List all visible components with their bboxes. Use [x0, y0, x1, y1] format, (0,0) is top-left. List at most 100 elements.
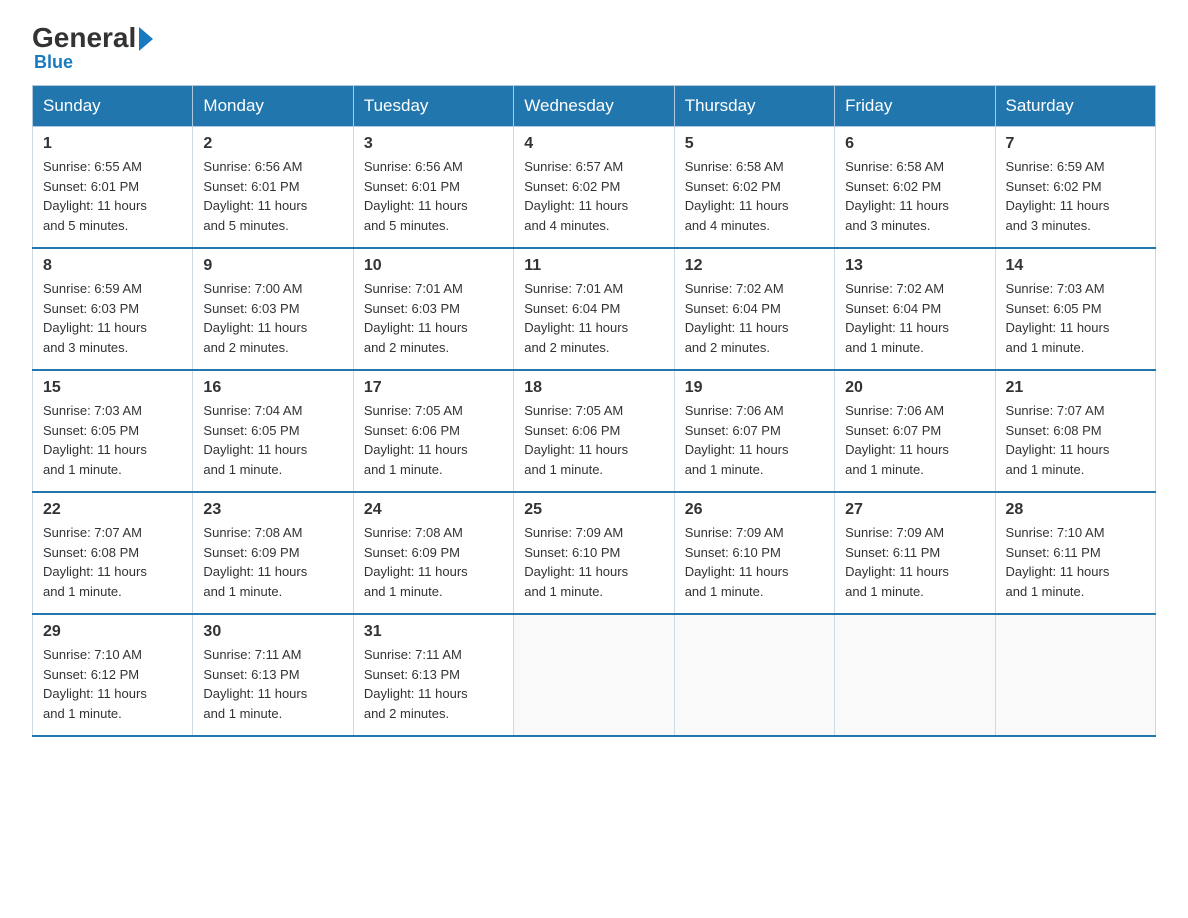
day-info: Sunrise: 7:03 AM Sunset: 6:05 PM Dayligh…	[1006, 279, 1145, 357]
day-number: 29	[43, 623, 182, 641]
day-info: Sunrise: 6:55 AM Sunset: 6:01 PM Dayligh…	[43, 157, 182, 235]
calendar-cell: 31 Sunrise: 7:11 AM Sunset: 6:13 PM Dayli…	[353, 614, 513, 736]
calendar-cell: 26 Sunrise: 7:09 AM Sunset: 6:10 PM Dayli…	[674, 492, 834, 614]
day-info: Sunrise: 7:02 AM Sunset: 6:04 PM Dayligh…	[685, 279, 824, 357]
day-number: 15	[43, 379, 182, 397]
calendar-cell: 21 Sunrise: 7:07 AM Sunset: 6:08 PM Dayli…	[995, 370, 1155, 492]
calendar-cell: 10Sunrise: 7:01 AM Sunset: 6:03 PM Dayli…	[353, 248, 513, 370]
day-of-week-header: Tuesday	[353, 86, 513, 127]
day-of-week-header: Friday	[835, 86, 995, 127]
logo-general: General	[32, 24, 136, 52]
day-info: Sunrise: 6:58 AM Sunset: 6:02 PM Dayligh…	[845, 157, 984, 235]
day-info: Sunrise: 7:00 AM Sunset: 6:03 PM Dayligh…	[203, 279, 342, 357]
calendar-week-row: 22 Sunrise: 7:07 AM Sunset: 6:08 PM Dayli…	[33, 492, 1156, 614]
day-of-week-header: Thursday	[674, 86, 834, 127]
calendar-cell: 28 Sunrise: 7:10 AM Sunset: 6:11 PM Dayli…	[995, 492, 1155, 614]
day-info: Sunrise: 7:11 AM Sunset: 6:13 PM Dayligh…	[203, 645, 342, 723]
calendar-cell	[674, 614, 834, 736]
calendar-cell: 2 Sunrise: 6:56 AM Sunset: 6:01 PM Daylig…	[193, 127, 353, 249]
calendar-cell: 9 Sunrise: 7:00 AM Sunset: 6:03 PM Daylig…	[193, 248, 353, 370]
calendar-cell: 24 Sunrise: 7:08 AM Sunset: 6:09 PM Dayli…	[353, 492, 513, 614]
day-number: 6	[845, 135, 984, 153]
calendar-cell: 25 Sunrise: 7:09 AM Sunset: 6:10 PM Dayli…	[514, 492, 674, 614]
day-info: Sunrise: 7:05 AM Sunset: 6:06 PM Dayligh…	[364, 401, 503, 479]
calendar-cell	[995, 614, 1155, 736]
day-number: 5	[685, 135, 824, 153]
day-number: 16	[203, 379, 342, 397]
calendar-cell: 4Sunrise: 6:57 AM Sunset: 6:02 PM Daylig…	[514, 127, 674, 249]
day-number: 13	[845, 257, 984, 275]
day-number: 20	[845, 379, 984, 397]
day-number: 2	[203, 135, 342, 153]
day-info: Sunrise: 6:56 AM Sunset: 6:01 PM Dayligh…	[364, 157, 503, 235]
day-info: Sunrise: 7:11 AM Sunset: 6:13 PM Dayligh…	[364, 645, 503, 723]
day-number: 21	[1006, 379, 1145, 397]
page-header: General Blue	[32, 24, 1156, 73]
day-info: Sunrise: 7:07 AM Sunset: 6:08 PM Dayligh…	[43, 523, 182, 601]
calendar-cell: 22 Sunrise: 7:07 AM Sunset: 6:08 PM Dayli…	[33, 492, 193, 614]
calendar-cell: 15 Sunrise: 7:03 AM Sunset: 6:05 PM Dayli…	[33, 370, 193, 492]
day-of-week-header: Monday	[193, 86, 353, 127]
calendar-cell: 8 Sunrise: 6:59 AM Sunset: 6:03 PM Daylig…	[33, 248, 193, 370]
day-number: 24	[364, 501, 503, 519]
day-of-week-header: Wednesday	[514, 86, 674, 127]
day-number: 3	[364, 135, 503, 153]
day-info: Sunrise: 7:05 AM Sunset: 6:06 PM Dayligh…	[524, 401, 663, 479]
day-number: 18	[524, 379, 663, 397]
day-info: Sunrise: 7:01 AM Sunset: 6:03 PM Dayligh…	[364, 279, 503, 357]
day-info: Sunrise: 7:01 AM Sunset: 6:04 PM Dayligh…	[524, 279, 663, 357]
day-number: 8	[43, 257, 182, 275]
day-number: 7	[1006, 135, 1145, 153]
calendar-cell: 12Sunrise: 7:02 AM Sunset: 6:04 PM Dayli…	[674, 248, 834, 370]
day-info: Sunrise: 7:04 AM Sunset: 6:05 PM Dayligh…	[203, 401, 342, 479]
calendar-cell: 13Sunrise: 7:02 AM Sunset: 6:04 PM Dayli…	[835, 248, 995, 370]
logo-blue: Blue	[34, 52, 73, 72]
day-number: 17	[364, 379, 503, 397]
day-info: Sunrise: 7:09 AM Sunset: 6:10 PM Dayligh…	[685, 523, 824, 601]
calendar-cell: 3 Sunrise: 6:56 AM Sunset: 6:01 PM Daylig…	[353, 127, 513, 249]
day-number: 26	[685, 501, 824, 519]
calendar-week-row: 29 Sunrise: 7:10 AM Sunset: 6:12 PM Dayli…	[33, 614, 1156, 736]
day-number: 19	[685, 379, 824, 397]
day-number: 4	[524, 135, 663, 153]
calendar-cell: 16 Sunrise: 7:04 AM Sunset: 6:05 PM Dayli…	[193, 370, 353, 492]
day-info: Sunrise: 7:10 AM Sunset: 6:11 PM Dayligh…	[1006, 523, 1145, 601]
calendar-cell: 6 Sunrise: 6:58 AM Sunset: 6:02 PM Daylig…	[835, 127, 995, 249]
day-number: 1	[43, 135, 182, 153]
day-info: Sunrise: 7:10 AM Sunset: 6:12 PM Dayligh…	[43, 645, 182, 723]
calendar-cell: 5 Sunrise: 6:58 AM Sunset: 6:02 PM Daylig…	[674, 127, 834, 249]
day-info: Sunrise: 6:59 AM Sunset: 6:03 PM Dayligh…	[43, 279, 182, 357]
calendar-cell: 20 Sunrise: 7:06 AM Sunset: 6:07 PM Dayli…	[835, 370, 995, 492]
day-number: 9	[203, 257, 342, 275]
calendar-cell: 29 Sunrise: 7:10 AM Sunset: 6:12 PM Dayli…	[33, 614, 193, 736]
day-info: Sunrise: 7:03 AM Sunset: 6:05 PM Dayligh…	[43, 401, 182, 479]
calendar-cell: 18 Sunrise: 7:05 AM Sunset: 6:06 PM Dayli…	[514, 370, 674, 492]
day-info: Sunrise: 7:07 AM Sunset: 6:08 PM Dayligh…	[1006, 401, 1145, 479]
calendar-cell: 14Sunrise: 7:03 AM Sunset: 6:05 PM Dayli…	[995, 248, 1155, 370]
calendar-cell: 23Sunrise: 7:08 AM Sunset: 6:09 PM Dayli…	[193, 492, 353, 614]
day-info: Sunrise: 7:08 AM Sunset: 6:09 PM Dayligh…	[203, 523, 342, 601]
calendar-cell: 1 Sunrise: 6:55 AM Sunset: 6:01 PM Daylig…	[33, 127, 193, 249]
calendar-body: 1 Sunrise: 6:55 AM Sunset: 6:01 PM Daylig…	[33, 127, 1156, 737]
calendar-week-row: 1 Sunrise: 6:55 AM Sunset: 6:01 PM Daylig…	[33, 127, 1156, 249]
day-info: Sunrise: 7:09 AM Sunset: 6:10 PM Dayligh…	[524, 523, 663, 601]
day-info: Sunrise: 6:56 AM Sunset: 6:01 PM Dayligh…	[203, 157, 342, 235]
day-number: 25	[524, 501, 663, 519]
day-info: Sunrise: 7:06 AM Sunset: 6:07 PM Dayligh…	[845, 401, 984, 479]
day-info: Sunrise: 6:58 AM Sunset: 6:02 PM Dayligh…	[685, 157, 824, 235]
day-info: Sunrise: 6:59 AM Sunset: 6:02 PM Dayligh…	[1006, 157, 1145, 235]
calendar-week-row: 15 Sunrise: 7:03 AM Sunset: 6:05 PM Dayli…	[33, 370, 1156, 492]
calendar-header-row: SundayMondayTuesdayWednesdayThursdayFrid…	[33, 86, 1156, 127]
logo: General Blue	[32, 24, 153, 73]
day-number: 22	[43, 501, 182, 519]
day-number: 31	[364, 623, 503, 641]
calendar-cell: 30 Sunrise: 7:11 AM Sunset: 6:13 PM Dayli…	[193, 614, 353, 736]
calendar-cell: 17 Sunrise: 7:05 AM Sunset: 6:06 PM Dayli…	[353, 370, 513, 492]
calendar-cell	[514, 614, 674, 736]
day-of-week-header: Sunday	[33, 86, 193, 127]
day-info: Sunrise: 7:06 AM Sunset: 6:07 PM Dayligh…	[685, 401, 824, 479]
day-info: Sunrise: 7:08 AM Sunset: 6:09 PM Dayligh…	[364, 523, 503, 601]
day-number: 30	[203, 623, 342, 641]
day-number: 28	[1006, 501, 1145, 519]
calendar-table: SundayMondayTuesdayWednesdayThursdayFrid…	[32, 85, 1156, 737]
